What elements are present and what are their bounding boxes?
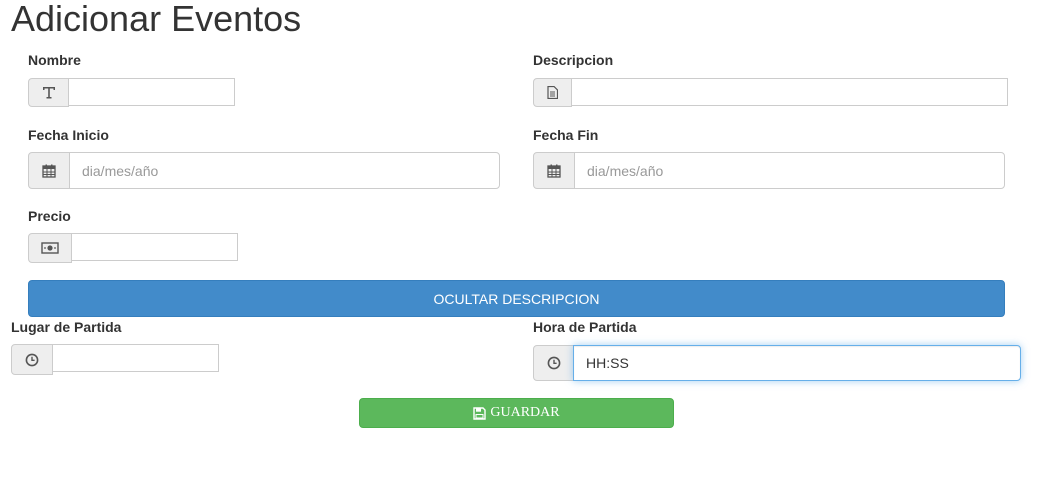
ocultar-descripcion-button[interactable]: OCULTAR DESCRIPCION <box>28 280 1005 317</box>
clock-icon <box>11 344 53 375</box>
hora-partida-input[interactable] <box>573 345 1021 381</box>
descripcion-label: Descripcion <box>533 52 614 68</box>
guardar-button[interactable]: GUARDAR <box>359 398 674 428</box>
file-text-icon <box>533 78 572 107</box>
lugar-partida-label: Lugar de Partida <box>11 319 122 335</box>
nombre-input[interactable] <box>68 78 235 106</box>
page-title: Adicionar Eventos <box>11 0 302 39</box>
descripcion-input[interactable] <box>571 78 1008 106</box>
guardar-label: GUARDAR <box>490 405 560 420</box>
lugar-partida-input[interactable] <box>52 344 219 372</box>
money-icon <box>28 233 72 263</box>
fecha-inicio-input[interactable] <box>69 152 500 189</box>
calendar-icon <box>533 152 575 189</box>
precio-input[interactable] <box>71 233 238 261</box>
nombre-label: Nombre <box>28 52 81 68</box>
calendar-icon <box>28 152 70 189</box>
fecha-fin-input[interactable] <box>574 152 1005 189</box>
text-height-icon <box>28 78 69 107</box>
precio-label: Precio <box>28 208 71 224</box>
fecha-fin-label: Fecha Fin <box>533 127 599 143</box>
fecha-inicio-label: Fecha Inicio <box>28 127 109 143</box>
hora-partida-label: Hora de Partida <box>533 319 637 335</box>
floppy-disk-icon <box>473 406 487 420</box>
clock-icon <box>533 345 574 381</box>
